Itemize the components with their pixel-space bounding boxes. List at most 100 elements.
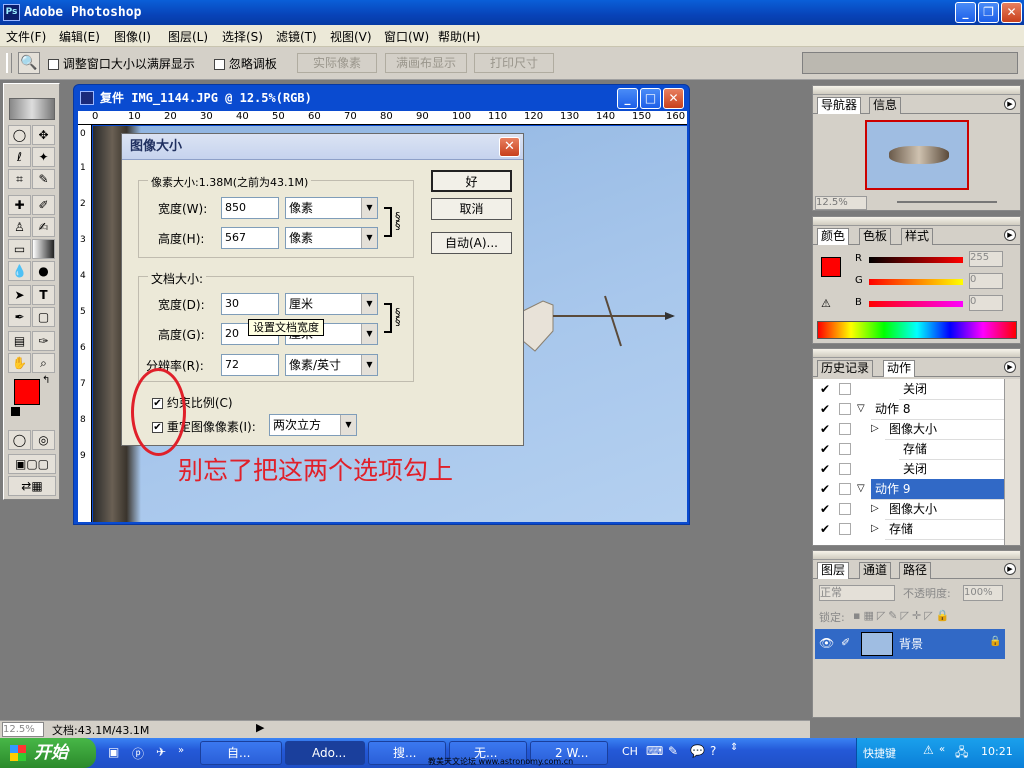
dialog-toggle-box[interactable]: [839, 383, 851, 395]
gradient-tool-icon[interactable]: [32, 239, 55, 259]
menu-image[interactable]: 图像(I): [114, 28, 151, 45]
pixel-width-input[interactable]: 850: [221, 197, 279, 219]
tab-styles[interactable]: 样式: [901, 228, 934, 245]
tab-channels[interactable]: 通道: [859, 562, 892, 579]
expand-triangle-icon[interactable]: ▷: [871, 499, 879, 519]
pixel-height-input[interactable]: 567: [221, 227, 279, 249]
panel-menu-icon[interactable]: ▶: [1004, 563, 1016, 575]
check-icon[interactable]: ✔: [817, 399, 833, 419]
action-row[interactable]: ✔ ▽ 动作 8: [813, 399, 1004, 420]
tab-swatches[interactable]: 色板: [859, 228, 892, 245]
quicklaunch-icon[interactable]: ▣: [108, 745, 119, 759]
menu-layer[interactable]: 图层(L): [168, 28, 208, 45]
dialog-close-button[interactable]: ✕: [499, 137, 520, 157]
dialog-toggle-box[interactable]: [839, 503, 851, 515]
expand-triangle-icon[interactable]: ▽: [857, 479, 865, 499]
blend-mode-select[interactable]: 正常: [819, 585, 895, 601]
quickmask-mode-icon[interactable]: ◎: [32, 430, 55, 450]
pixel-height-unit-select[interactable]: 像素 ▼: [285, 227, 378, 249]
app-title-bar[interactable]: Ps Adobe Photoshop _ ❐ ✕: [0, 0, 1024, 25]
ime-chat-icon[interactable]: 💬: [690, 744, 705, 758]
ok-button[interactable]: 好: [431, 170, 512, 192]
tray-expand-icon[interactable]: «: [939, 744, 945, 755]
marquee-tool-icon[interactable]: ◯: [8, 125, 31, 145]
g-value-input[interactable]: 0: [969, 273, 1003, 289]
menu-edit[interactable]: 编辑(E): [59, 28, 100, 45]
dialog-toggle-box[interactable]: [839, 443, 851, 455]
ignore-palettes-checkbox[interactable]: [214, 59, 225, 70]
navigator-zoom-slider[interactable]: [897, 201, 997, 203]
language-indicator[interactable]: CH: [622, 745, 638, 758]
eyedropper-tool-icon[interactable]: ✑: [32, 331, 55, 351]
history-brush-icon[interactable]: ✍: [32, 217, 55, 237]
start-button[interactable]: 开始: [0, 738, 96, 768]
opacity-input[interactable]: 100%: [963, 585, 1003, 601]
notes-tool-icon[interactable]: ▤: [8, 331, 31, 351]
screen-mode-icons[interactable]: ▣▢▢: [8, 454, 56, 474]
doc-width-input[interactable]: 30: [221, 293, 279, 315]
tab-history[interactable]: 历史记录: [817, 360, 874, 377]
quicklaunch-icon[interactable]: ✈: [156, 745, 166, 759]
hand-tool-icon[interactable]: ✋: [8, 353, 31, 373]
action-row[interactable]: ✔ ▷ 存储: [813, 519, 1004, 540]
restore-button[interactable]: ❐: [978, 2, 999, 23]
actual-pixels-button[interactable]: 实际像素: [297, 53, 377, 73]
document-title-bar[interactable]: 复件 IMG_1144.JPG @ 12.5%(RGB) _ □ ✕: [74, 85, 689, 111]
fit-window-checkbox[interactable]: [48, 59, 59, 70]
resample-method-select[interactable]: 两次立方 ▼: [269, 414, 357, 436]
r-value-input[interactable]: 255: [969, 251, 1003, 267]
gamut-warning-icon[interactable]: ⚠: [821, 297, 831, 310]
print-size-button[interactable]: 打印尺寸: [474, 53, 554, 73]
dialog-toggle-box[interactable]: [839, 423, 851, 435]
status-zoom[interactable]: 12.5%: [2, 722, 44, 737]
toolbox-logo[interactable]: [9, 98, 55, 120]
fit-window-option[interactable]: 调整窗口大小以满屏显示: [48, 55, 195, 72]
cancel-button[interactable]: 取消: [431, 198, 512, 220]
panel-menu-icon[interactable]: ▶: [1004, 361, 1016, 373]
close-button[interactable]: ✕: [1001, 2, 1022, 23]
zoom-tool-icon[interactable]: ⌕: [32, 353, 55, 373]
doc-minimize-button[interactable]: _: [617, 88, 638, 109]
eye-icon[interactable]: 👁: [819, 636, 834, 650]
pen-tool-icon[interactable]: ✒: [8, 307, 31, 327]
auto-button[interactable]: 自动(A)...: [431, 232, 512, 254]
color-fg-swatch[interactable]: [821, 257, 841, 277]
fit-screen-button[interactable]: 满画布显示: [385, 53, 467, 73]
menu-filter[interactable]: 滤镜(T): [276, 28, 317, 45]
color-ramp[interactable]: [817, 321, 1017, 339]
actions-panel-title-bar[interactable]: [813, 349, 1020, 358]
doc-width-unit-select[interactable]: 厘米 ▼: [285, 293, 378, 315]
b-value-input[interactable]: 0: [969, 295, 1003, 311]
default-colors-icon[interactable]: [11, 407, 20, 416]
expand-triangle-icon[interactable]: ▷: [871, 519, 879, 539]
move-tool-icon[interactable]: ✥: [32, 125, 55, 145]
dialog-toggle-box[interactable]: [839, 483, 851, 495]
magic-wand-tool-icon[interactable]: ✦: [32, 147, 55, 167]
shape-tool-icon[interactable]: ▢: [32, 307, 55, 327]
palette-well[interactable]: [802, 52, 1018, 74]
eraser-tool-icon[interactable]: ▭: [8, 239, 31, 259]
check-icon[interactable]: ✔: [817, 479, 833, 499]
tab-navigator[interactable]: 导航器: [817, 97, 862, 114]
zoom-tool-icon[interactable]: 🔍: [18, 52, 40, 74]
quicklaunch-icon[interactable]: ⓟ: [132, 745, 144, 762]
type-tool-icon[interactable]: T: [32, 285, 55, 305]
swap-colors-icon[interactable]: ↰: [42, 375, 50, 386]
jump-to-imageready-icon[interactable]: ⇄▦: [8, 476, 56, 496]
actions-scrollbar[interactable]: [1004, 379, 1020, 545]
crop-tool-icon[interactable]: ⌗: [8, 169, 31, 189]
panel-menu-icon[interactable]: ▶: [1004, 98, 1016, 110]
clock[interactable]: 10:21: [981, 745, 1013, 758]
resolution-unit-select[interactable]: 像素/英寸 ▼: [285, 354, 378, 376]
check-icon[interactable]: ✔: [817, 499, 833, 519]
status-menu-arrow-icon[interactable]: ▶: [256, 721, 264, 734]
standard-mode-icon[interactable]: ◯: [8, 430, 31, 450]
expand-triangle-icon[interactable]: ▷: [871, 419, 879, 439]
dialog-toggle-box[interactable]: [839, 523, 851, 535]
layer-row-background[interactable]: 👁 ✐ 背景 🔒: [815, 629, 1005, 659]
taskbar-item[interactable]: 自...: [200, 741, 282, 765]
menu-window[interactable]: 窗口(W): [384, 28, 429, 45]
layers-panel-title-bar[interactable]: [813, 551, 1020, 560]
tab-color[interactable]: 颜色: [817, 228, 850, 245]
doc-maximize-button[interactable]: □: [640, 88, 661, 109]
